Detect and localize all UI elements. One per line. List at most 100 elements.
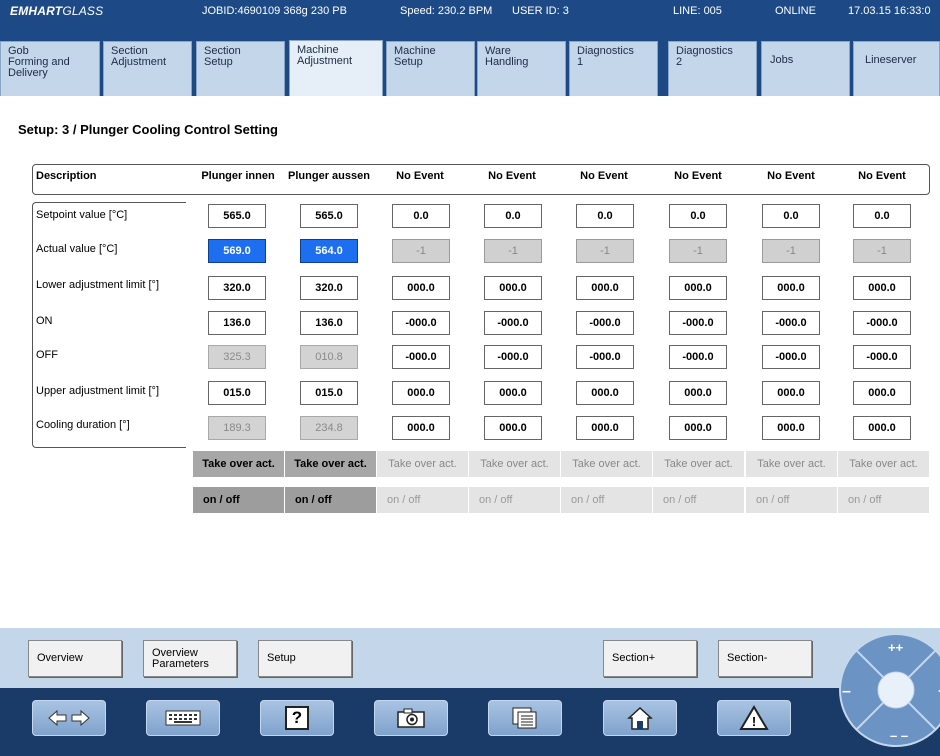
tab-jobs[interactable]: Jobs (761, 41, 850, 97)
value-field[interactable]: 136.0 (300, 311, 358, 335)
warning-button[interactable]: ! (717, 700, 791, 736)
take-over-act-button[interactable]: Take over act. (838, 451, 929, 477)
tab-diagnostics-2[interactable]: Diagnostics 2 (668, 41, 757, 97)
take-over-act-button[interactable]: Take over act. (653, 451, 744, 477)
value-field[interactable]: -1 (669, 239, 727, 263)
on-off-button[interactable]: on / off (746, 487, 837, 513)
value-field[interactable]: -000.0 (484, 311, 542, 335)
tab-diagnostics-1[interactable]: Diagnostics 1 (569, 41, 658, 97)
switch-view-button[interactable] (32, 700, 106, 736)
bottom-nav-bar: Overview Overview Parameters Setup Secti… (0, 628, 940, 688)
section-plus-button[interactable]: Section+ (603, 640, 697, 677)
value-field[interactable]: 0.0 (853, 204, 911, 228)
tab-section-adjustment[interactable]: Section Adjustment (103, 41, 192, 97)
value-field[interactable]: 015.0 (208, 381, 266, 405)
value-field[interactable]: 000.0 (853, 381, 911, 405)
value-field[interactable]: 000.0 (762, 416, 820, 440)
take-over-act-button[interactable]: Take over act. (561, 451, 652, 477)
value-field[interactable]: 000.0 (484, 381, 542, 405)
take-over-act-button[interactable]: Take over act. (469, 451, 560, 477)
value-field[interactable]: 0.0 (762, 204, 820, 228)
on-off-button[interactable]: on / off (838, 487, 929, 513)
value-field[interactable]: 000.0 (669, 381, 727, 405)
value-field[interactable]: 0.0 (669, 204, 727, 228)
take-over-act-button[interactable]: Take over act. (746, 451, 837, 477)
overview-parameters-button[interactable]: Overview Parameters (143, 640, 237, 677)
tab-machine-adjustment[interactable]: Machine Adjustment (289, 40, 383, 97)
value-field[interactable]: 000.0 (669, 276, 727, 300)
documents-button[interactable] (488, 700, 562, 736)
value-field[interactable]: 325.3 (208, 345, 266, 369)
value-field[interactable]: 000.0 (762, 381, 820, 405)
value-field[interactable]: -1 (484, 239, 542, 263)
value-field[interactable]: -000.0 (669, 311, 727, 335)
on-off-button[interactable]: on / off (285, 487, 376, 513)
value-field[interactable]: 569.0 (208, 239, 266, 263)
value-field[interactable]: -1 (392, 239, 450, 263)
value-field[interactable]: -1 (576, 239, 634, 263)
tab-machine-setup[interactable]: Machine Setup (386, 41, 475, 97)
value-field[interactable]: 000.0 (669, 416, 727, 440)
value-field[interactable]: 000.0 (484, 416, 542, 440)
on-off-button[interactable]: on / off (469, 487, 560, 513)
section-minus-button[interactable]: Section- (718, 640, 812, 677)
tab-ware-handling[interactable]: Ware Handling (477, 41, 566, 97)
value-field[interactable]: -1 (762, 239, 820, 263)
value-field[interactable]: 320.0 (300, 276, 358, 300)
value-field[interactable]: -000.0 (762, 311, 820, 335)
tab-lineserver[interactable]: Lineserver (853, 41, 940, 97)
value-field[interactable]: 000.0 (576, 416, 634, 440)
value-field[interactable]: -000.0 (853, 311, 911, 335)
value-field[interactable]: 010.8 (300, 345, 358, 369)
value-field[interactable]: 320.0 (208, 276, 266, 300)
overview-button[interactable]: Overview (28, 640, 122, 677)
value-field[interactable]: 000.0 (576, 381, 634, 405)
value-field[interactable]: 0.0 (392, 204, 450, 228)
tab-gob-forming[interactable]: Gob Forming and Delivery (0, 41, 100, 97)
value-field[interactable]: 000.0 (853, 276, 911, 300)
on-off-button[interactable]: on / off (377, 487, 468, 513)
value-field[interactable]: -000.0 (762, 345, 820, 369)
take-over-act-button[interactable]: Take over act. (193, 451, 284, 477)
value-field[interactable]: -1 (853, 239, 911, 263)
keyboard-button[interactable] (146, 700, 220, 736)
value-field[interactable]: 000.0 (762, 276, 820, 300)
value-field[interactable]: 000.0 (853, 416, 911, 440)
value-field[interactable]: 564.0 (300, 239, 358, 263)
page-title: Setup: 3 / Plunger Cooling Control Setti… (18, 122, 278, 137)
home-button[interactable] (603, 700, 677, 736)
jog-dial[interactable]: ++ – – – + (836, 628, 940, 748)
value-field[interactable]: 000.0 (392, 276, 450, 300)
value-field[interactable]: -000.0 (576, 311, 634, 335)
value-field[interactable]: 234.8 (300, 416, 358, 440)
value-field[interactable]: 0.0 (576, 204, 634, 228)
home-icon (626, 705, 654, 731)
value-field[interactable]: 189.3 (208, 416, 266, 440)
main-tabs: Gob Forming and Delivery Section Adjustm… (0, 22, 940, 97)
help-button[interactable]: ? (260, 700, 334, 736)
value-field[interactable]: 015.0 (300, 381, 358, 405)
value-field[interactable]: 000.0 (392, 381, 450, 405)
tab-section-setup[interactable]: Section Setup (196, 41, 285, 97)
value-field[interactable]: 0.0 (484, 204, 542, 228)
value-field[interactable]: -000.0 (576, 345, 634, 369)
on-off-button[interactable]: on / off (561, 487, 652, 513)
camera-button[interactable] (374, 700, 448, 736)
value-field[interactable]: -000.0 (392, 345, 450, 369)
value-field[interactable]: -000.0 (853, 345, 911, 369)
value-field[interactable]: 000.0 (576, 276, 634, 300)
value-field[interactable]: 565.0 (300, 204, 358, 228)
on-off-button[interactable]: on / off (653, 487, 744, 513)
value-field[interactable]: -000.0 (484, 345, 542, 369)
setup-button[interactable]: Setup (258, 640, 352, 677)
value-field[interactable]: -000.0 (392, 311, 450, 335)
take-over-act-button[interactable]: Take over act. (285, 451, 376, 477)
value-field[interactable]: 000.0 (484, 276, 542, 300)
value-field[interactable]: -000.0 (669, 345, 727, 369)
value-field[interactable]: 136.0 (208, 311, 266, 335)
on-off-button[interactable]: on / off (193, 487, 284, 513)
warning-glyph: ! (751, 714, 757, 729)
take-over-act-button[interactable]: Take over act. (377, 451, 468, 477)
value-field[interactable]: 000.0 (392, 416, 450, 440)
value-field[interactable]: 565.0 (208, 204, 266, 228)
